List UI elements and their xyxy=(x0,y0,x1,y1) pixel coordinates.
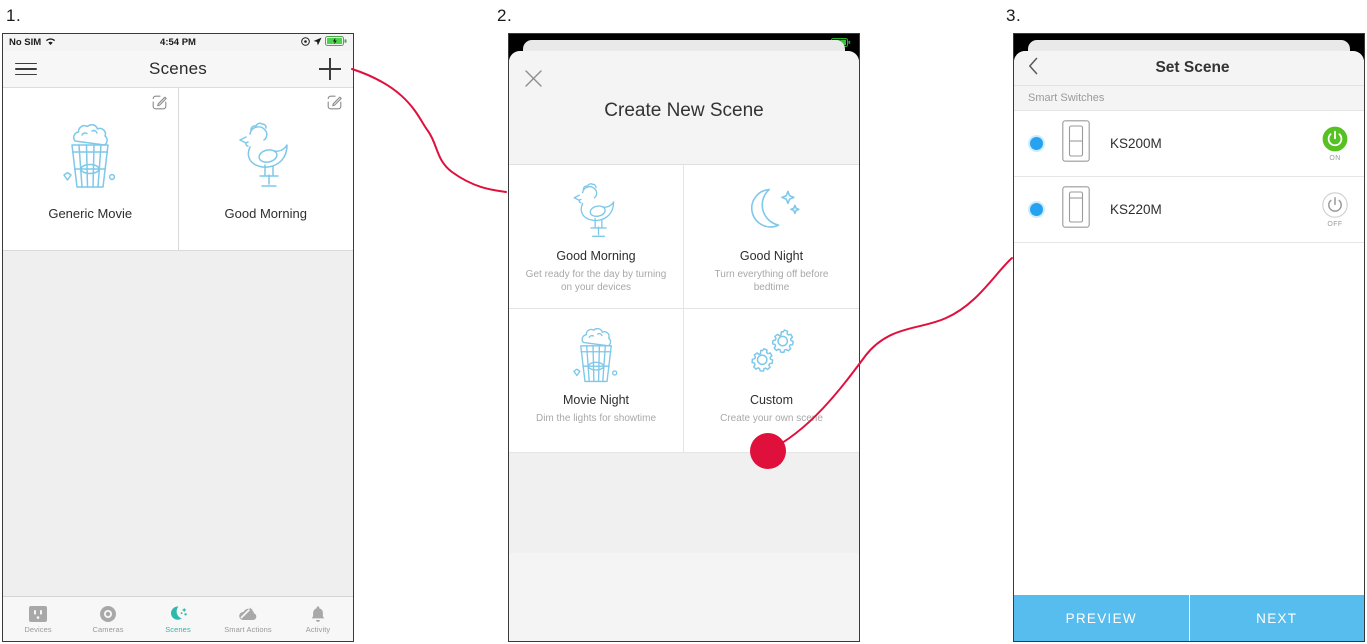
camera-icon xyxy=(99,604,117,623)
power-label: OFF xyxy=(1327,220,1343,228)
next-button[interactable]: NEXT xyxy=(1188,595,1365,641)
alarm-icon xyxy=(301,36,310,49)
moon-stars-icon xyxy=(169,604,188,623)
modal-stack: Create New Scene Good Morning Get ready … xyxy=(509,34,859,641)
edit-pencil-icon[interactable] xyxy=(327,95,342,110)
scene-template-custom[interactable]: Custom Create your own scene xyxy=(684,309,859,453)
tile-description: Get ready for the day by turning on your… xyxy=(525,269,667,293)
table-row[interactable]: KS220M OFF xyxy=(1014,177,1364,243)
edit-pencil-icon[interactable] xyxy=(152,95,167,110)
moon-stars-icon xyxy=(743,181,801,243)
nav-bar: Set Scene xyxy=(1014,51,1364,86)
carrier-label: No SIM xyxy=(9,37,42,48)
battery-charging-icon xyxy=(325,36,347,49)
tile-description: Turn everything off before bedtime xyxy=(714,269,829,293)
modal-stack: Set Scene Smart Switches KS200M ON KS220… xyxy=(1014,34,1364,641)
power-icon xyxy=(1322,126,1348,151)
rooster-icon xyxy=(232,118,300,196)
scene-name: Good Morning xyxy=(224,205,307,221)
scene-name: Generic Movie xyxy=(48,205,133,221)
outlet-icon xyxy=(29,604,47,623)
popcorn-icon xyxy=(57,118,123,196)
tab-smart-actions[interactable]: Smart Actions xyxy=(213,604,283,634)
chevron-left-icon[interactable] xyxy=(1028,57,1046,80)
scene-grid: Generic Movie Good Morning xyxy=(3,88,353,251)
sheet-footer-area xyxy=(509,453,859,553)
plus-icon[interactable] xyxy=(319,58,341,80)
scene-template-good-morning[interactable]: Good Morning Get ready for the day by tu… xyxy=(509,165,684,309)
phone-screen-1: No SIM 4:54 PM Scenes Generic Movie Good… xyxy=(2,33,354,642)
scene-template-good-night[interactable]: Good Night Turn everything off before be… xyxy=(684,165,859,309)
section-header: Smart Switches xyxy=(1014,86,1364,111)
create-scene-sheet: Create New Scene Good Morning Get ready … xyxy=(509,51,859,641)
device-list-empty-area xyxy=(1014,243,1364,641)
tab-scenes[interactable]: Scenes xyxy=(143,604,213,634)
scene-template-movie-night[interactable]: Movie Night Dim the lights for showtime xyxy=(509,309,684,453)
tile-name: Custom xyxy=(749,393,794,407)
tile-name: Movie Night xyxy=(563,393,629,407)
tab-label: Cameras xyxy=(92,625,124,634)
radio-selected-icon[interactable] xyxy=(1030,203,1043,216)
tab-cameras[interactable]: Cameras xyxy=(73,604,143,634)
scene-template-grid: Good Morning Get ready for the day by tu… xyxy=(509,165,859,453)
action-button-bar: PREVIEW NEXT xyxy=(1014,595,1364,641)
step-label-1: 1. xyxy=(6,6,22,25)
page-title: Set Scene xyxy=(1155,59,1230,76)
step-label-2: 2. xyxy=(497,6,513,25)
phone-screen-2: Create New Scene Good Morning Get ready … xyxy=(508,33,860,642)
sheet-title: Create New Scene xyxy=(604,100,764,121)
tab-bar: Devices Cameras Scenes Smart Actions Act… xyxy=(3,596,353,641)
tab-label: Devices xyxy=(24,625,52,634)
device-name: KS220M xyxy=(1110,202,1162,217)
location-arrow-icon xyxy=(313,37,322,49)
hamburger-menu-icon[interactable] xyxy=(15,62,37,76)
bell-icon xyxy=(309,604,327,623)
power-icon xyxy=(1322,191,1348,218)
nav-bar: Scenes xyxy=(3,51,353,88)
rooster-icon xyxy=(567,181,625,243)
smart-dimmer-icon xyxy=(1062,186,1090,233)
tab-activity[interactable]: Activity xyxy=(283,604,353,634)
table-row[interactable]: KS200M ON xyxy=(1014,111,1364,177)
scene-card-good-morning[interactable]: Good Morning xyxy=(177,88,353,250)
tile-name: Good Morning xyxy=(556,249,636,263)
status-bar: No SIM 4:54 PM xyxy=(3,34,353,51)
power-toggle-off[interactable]: OFF xyxy=(1322,191,1348,228)
phone-screen-3: Set Scene Smart Switches KS200M ON KS220… xyxy=(1013,33,1365,642)
tab-label: Smart Actions xyxy=(224,625,272,634)
gears-icon xyxy=(743,325,801,387)
power-label: ON xyxy=(1329,154,1341,162)
popcorn-icon xyxy=(568,325,624,387)
device-name: KS200M xyxy=(1110,136,1162,151)
magic-wand-cloud-icon xyxy=(237,604,259,623)
tab-label: Scenes xyxy=(165,625,191,634)
wifi-icon xyxy=(45,37,56,49)
tab-devices[interactable]: Devices xyxy=(3,604,73,634)
connector-arrow-1 xyxy=(351,68,507,193)
tile-description: Dim the lights for showtime xyxy=(535,413,657,424)
close-x-icon[interactable] xyxy=(525,70,542,87)
scenes-empty-area xyxy=(3,251,353,608)
scene-card-generic-movie[interactable]: Generic Movie xyxy=(3,88,178,250)
clock-label: 4:54 PM xyxy=(160,37,196,48)
step-label-3: 3. xyxy=(1006,6,1022,25)
set-scene-sheet: Set Scene Smart Switches KS200M ON KS220… xyxy=(1014,51,1364,641)
page-title: Scenes xyxy=(149,59,207,78)
power-toggle-on[interactable]: ON xyxy=(1322,126,1348,162)
tab-label: Activity xyxy=(305,625,331,634)
tile-description: Create your own scene xyxy=(720,413,823,424)
smart-switch-icon xyxy=(1062,120,1090,167)
radio-selected-icon[interactable] xyxy=(1030,137,1043,150)
sheet-header: Create New Scene xyxy=(509,51,859,165)
preview-button[interactable]: PREVIEW xyxy=(1014,595,1189,641)
tile-name: Good Night xyxy=(739,249,804,263)
